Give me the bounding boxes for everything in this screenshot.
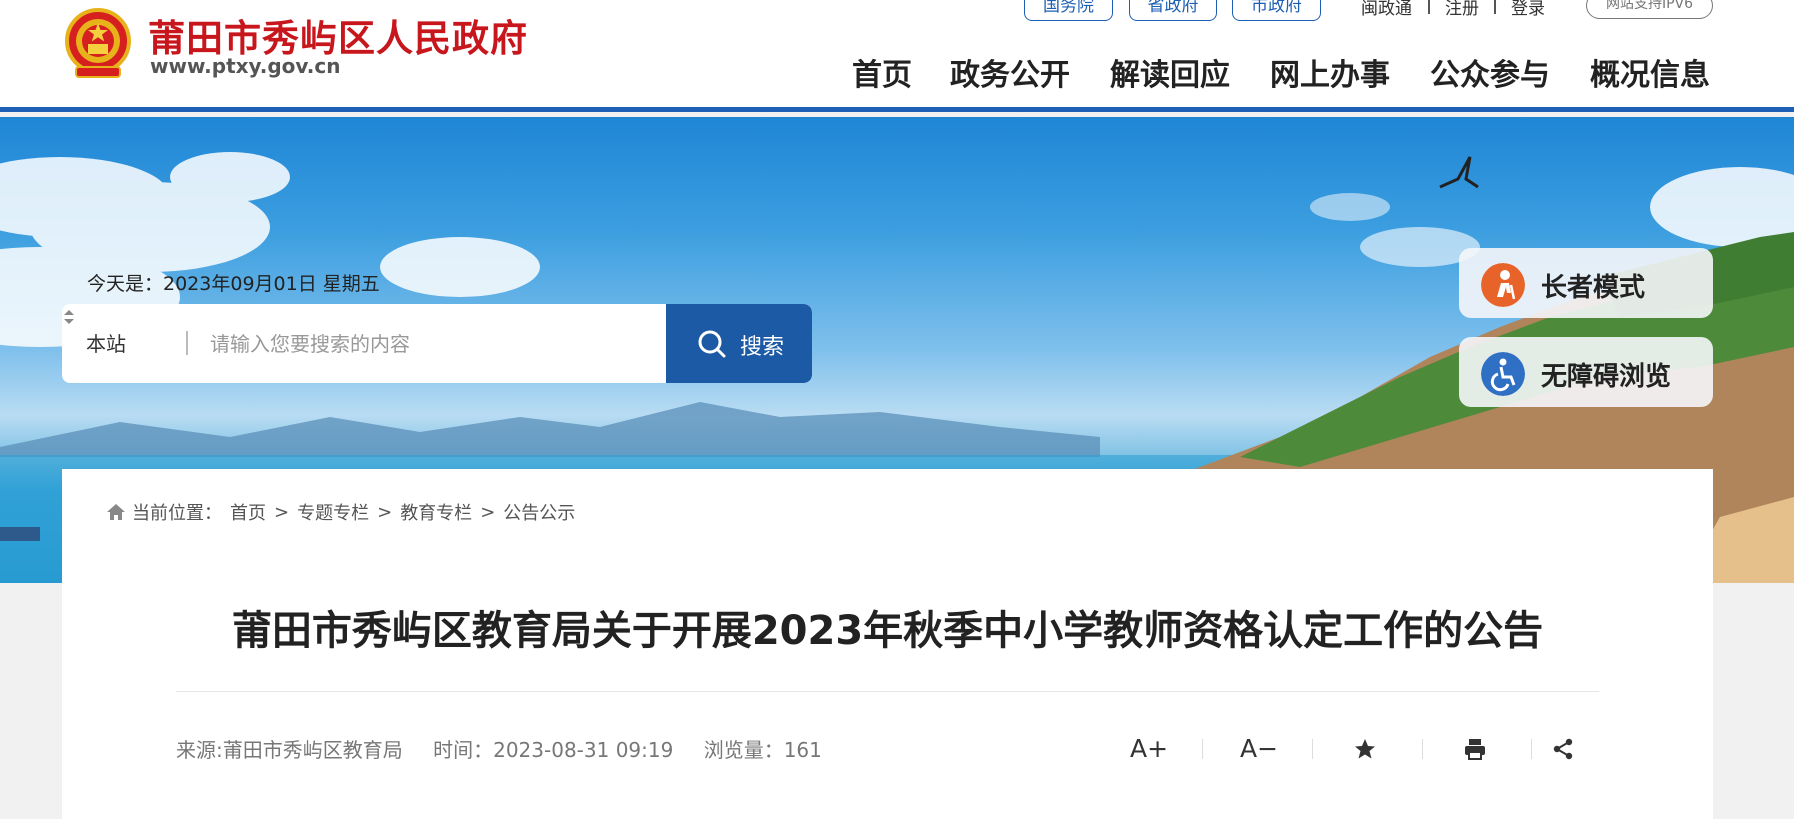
search-icon bbox=[698, 330, 726, 358]
link-minzhengtong[interactable]: 闽政通 bbox=[1361, 0, 1412, 19]
elder-mode-button[interactable]: 长者模式 bbox=[1459, 248, 1713, 318]
search-divider bbox=[186, 331, 188, 355]
link-register[interactable]: 注册 bbox=[1445, 0, 1479, 19]
accessible-browse-button[interactable]: 无障碍浏览 bbox=[1459, 337, 1713, 407]
elder-mode-label: 长者模式 bbox=[1541, 273, 1646, 303]
breadcrumb-education[interactable]: 教育专栏 bbox=[400, 499, 472, 525]
article-meta: 来源:莆田市秀屿区教育局 时间：2023-08-31 09:19 浏览量：161 bbox=[176, 734, 846, 763]
top-link-divider bbox=[1428, 0, 1430, 14]
current-date: 今天是：2023年09月01日 星期五 bbox=[87, 273, 380, 295]
font-decrease-button[interactable]: A− bbox=[1240, 734, 1278, 763]
link-city-gov[interactable]: 市政府 bbox=[1232, 0, 1321, 21]
home-icon bbox=[107, 504, 125, 520]
tool-divider bbox=[1422, 739, 1423, 759]
breadcrumb-label: 当前位置： bbox=[132, 503, 222, 524]
article-views: 浏览量：161 bbox=[703, 738, 822, 762]
accessible-browse-label: 无障碍浏览 bbox=[1541, 362, 1672, 392]
tool-divider bbox=[1531, 739, 1532, 759]
article-time: 时间：2023-08-31 09:19 bbox=[433, 738, 674, 762]
wheelchair-icon bbox=[1481, 352, 1525, 396]
breadcrumb-special-topics[interactable]: 专题专栏 bbox=[297, 499, 369, 525]
share-icon[interactable] bbox=[1552, 738, 1574, 760]
link-login[interactable]: 登录 bbox=[1511, 0, 1545, 19]
nav-interpretation[interactable]: 解读回应 bbox=[1110, 50, 1230, 94]
breadcrumb-announcements[interactable]: 公告公示 bbox=[503, 499, 575, 525]
link-provincial-gov[interactable]: 省政府 bbox=[1129, 0, 1217, 21]
print-icon[interactable] bbox=[1463, 737, 1487, 761]
breadcrumb: 当前位置： 首页 > 专题专栏 > 教育专栏 > 公告公示 bbox=[106, 499, 575, 525]
site-header: 莆田市秀屿区人民政府 www.ptxy.gov.cn 国务院 省政府 市政府 闽… bbox=[0, 0, 1794, 112]
article-source: 来源:莆田市秀屿区教育局 bbox=[176, 738, 403, 762]
tool-divider bbox=[1202, 739, 1203, 759]
search-button-label: 搜索 bbox=[740, 335, 785, 360]
search-input[interactable] bbox=[210, 324, 630, 364]
sort-arrows-icon[interactable] bbox=[62, 304, 76, 332]
tool-divider bbox=[1312, 739, 1313, 759]
nav-gov-affairs[interactable]: 政务公开 bbox=[950, 50, 1070, 94]
breadcrumb-home[interactable]: 首页 bbox=[230, 499, 266, 525]
breadcrumb-separator: > bbox=[274, 501, 290, 523]
nav-online-services[interactable]: 网上办事 bbox=[1270, 50, 1390, 94]
search-box: 本站 搜索 bbox=[62, 304, 812, 383]
elder-icon bbox=[1481, 263, 1525, 307]
link-state-council[interactable]: 国务院 bbox=[1024, 0, 1113, 21]
top-link-divider bbox=[1494, 0, 1496, 14]
site-url: www.ptxy.gov.cn bbox=[150, 54, 341, 78]
nav-public-participation[interactable]: 公众参与 bbox=[1430, 50, 1550, 94]
star-icon[interactable] bbox=[1353, 737, 1377, 761]
breadcrumb-separator: > bbox=[377, 501, 393, 523]
search-scope-select[interactable]: 本站 bbox=[86, 328, 126, 357]
article-panel: 当前位置： 首页 > 专题专栏 > 教育专栏 > 公告公示 莆田市秀屿区教育局关… bbox=[62, 469, 1713, 819]
ipv6-badge: 网站支持IPV6 bbox=[1586, 0, 1713, 19]
breadcrumb-separator: > bbox=[480, 501, 496, 523]
nav-overview[interactable]: 概况信息 bbox=[1590, 50, 1710, 94]
article-title: 莆田市秀屿区教育局关于开展2023年秋季中小学教师资格认定工作的公告 bbox=[231, 608, 1544, 654]
title-divider bbox=[176, 691, 1599, 692]
national-emblem-icon bbox=[65, 8, 131, 78]
search-button[interactable]: 搜索 bbox=[666, 304, 812, 383]
font-increase-button[interactable]: A+ bbox=[1130, 734, 1168, 763]
nav-home[interactable]: 首页 bbox=[852, 50, 912, 94]
